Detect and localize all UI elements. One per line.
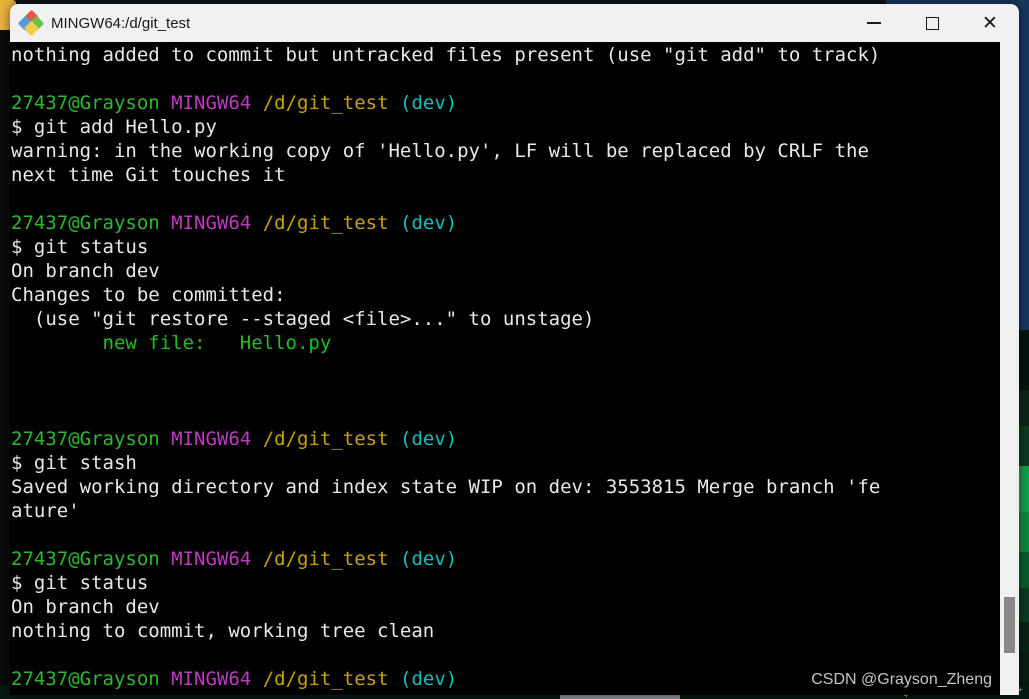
window-controls: ✕ — [845, 4, 1019, 42]
prompt-path: /d/git_test — [262, 92, 389, 114]
prompt-branch: (dev) — [400, 428, 458, 450]
maximize-button[interactable] — [903, 4, 961, 42]
terminal-output-line: On branch dev — [11, 260, 160, 282]
prompt-path: /d/git_test — [262, 548, 389, 570]
terminal-output-line: warning: in the working copy of 'Hello.p… — [11, 140, 869, 162]
terminal-command-line: $ git add Hello.py — [11, 116, 217, 138]
prompt-user: 27437@Grayson — [11, 428, 160, 450]
msys-diamond-icon — [17, 9, 45, 37]
terminal-lines: nothing added to commit but untracked fi… — [10, 42, 880, 695]
prompt-host: MINGW64 — [171, 428, 252, 450]
prompt-path: /d/git_test — [262, 668, 389, 690]
prompt-path: /d/git_test — [262, 212, 389, 234]
close-icon: ✕ — [982, 12, 998, 34]
prompt-branch: (dev) — [400, 212, 458, 234]
terminal-output-line: (use "git restore --staged <file>..." to… — [11, 308, 595, 330]
terminal-staged-file-line: new file: Hello.py — [10, 331, 880, 355]
terminal-prompt-line: 27437@Grayson MINGW64 /d/git_test (dev) — [10, 211, 880, 235]
terminal-output-line: next time Git touches it — [11, 164, 286, 186]
terminal-scrollbar-thumb[interactable] — [1004, 597, 1015, 653]
terminal-prompt-line: 27437@Grayson MINGW64 /d/git_test (dev) — [10, 91, 880, 115]
prompt-user: 27437@Grayson — [11, 668, 160, 690]
minimize-icon — [867, 22, 881, 24]
terminal-prompt-line: 27437@Grayson MINGW64 /d/git_test (dev) — [10, 427, 880, 451]
close-button[interactable]: ✕ — [961, 4, 1019, 42]
terminal-output-area[interactable]: nothing added to commit but untracked fi… — [10, 42, 1019, 695]
terminal-command-line: $ git status — [11, 236, 149, 258]
window-title: MINGW64:/d/git_test — [51, 14, 191, 32]
window-titlebar[interactable]: MINGW64:/d/git_test ✕ — [10, 4, 1019, 42]
screen: 1 2 A P T T g = ° P o O b o O NH₄⁺ Li⁺ N… — [0, 0, 1029, 699]
terminal-output-line: nothing added to commit but untracked fi… — [11, 44, 881, 66]
prompt-user: 27437@Grayson — [11, 92, 160, 114]
terminal-output-line: Saved working directory and index state … — [11, 476, 881, 498]
prompt-host: MINGW64 — [171, 92, 252, 114]
prompt-host: MINGW64 — [171, 668, 252, 690]
terminal-output-line: Changes to be committed: — [11, 284, 286, 306]
terminal-prompt-line: 27437@Grayson MINGW64 /d/git_test (dev) — [10, 667, 880, 691]
mingw64-window: MINGW64:/d/git_test ✕ nothing added to c… — [10, 4, 1019, 695]
prompt-host: MINGW64 — [171, 548, 252, 570]
prompt-branch: (dev) — [400, 92, 458, 114]
prompt-path: /d/git_test — [262, 428, 389, 450]
prompt-user: 27437@Grayson — [11, 548, 160, 570]
terminal-scrollbar[interactable] — [1000, 42, 1019, 695]
staged-file-text: new file: Hello.py — [11, 332, 332, 354]
watermark: CSDN @Grayson_Zheng — [811, 671, 992, 688]
prompt-branch: (dev) — [400, 548, 458, 570]
terminal-output-line: On branch dev — [11, 596, 160, 618]
terminal-output-line: ature' — [11, 500, 80, 522]
prompt-user: 27437@Grayson — [11, 212, 160, 234]
minimize-button[interactable] — [845, 4, 903, 42]
terminal-command-line: $ — [10, 691, 880, 695]
terminal-prompt-line: 27437@Grayson MINGW64 /d/git_test (dev) — [10, 547, 880, 571]
terminal-output-line: nothing to commit, working tree clean — [11, 620, 435, 642]
maximize-icon — [925, 16, 939, 30]
terminal-command-line: $ git status — [11, 572, 149, 594]
prompt-host: MINGW64 — [171, 212, 252, 234]
terminal-command-line: $ git stash — [11, 452, 137, 474]
prompt-branch: (dev) — [400, 668, 458, 690]
